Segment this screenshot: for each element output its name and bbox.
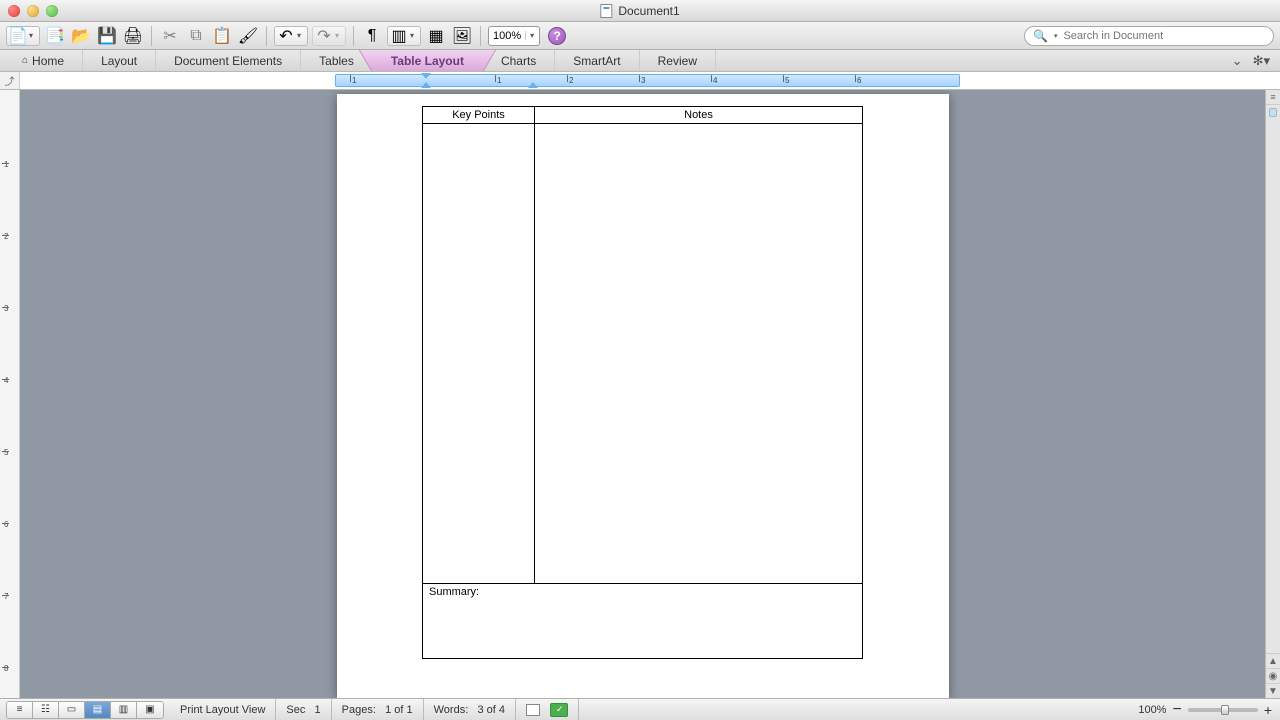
notebook-view-button[interactable]: ▥ bbox=[111, 702, 137, 718]
sidebar-toggle-group[interactable]: ▥ ▾ bbox=[387, 26, 421, 46]
document-canvas[interactable]: Key Points Notes Summary: bbox=[20, 90, 1265, 698]
tab-table-layout[interactable]: Table Layout bbox=[373, 50, 483, 71]
undo-button[interactable]: ↶ bbox=[275, 26, 297, 46]
dropdown-arrow-icon[interactable]: ▾ bbox=[29, 31, 39, 40]
zoom-window-button[interactable] bbox=[46, 5, 58, 17]
copy-button[interactable]: ⧉ bbox=[185, 26, 207, 46]
open-button[interactable]: 📂 bbox=[70, 26, 92, 46]
window-title-text: Document1 bbox=[618, 4, 679, 18]
table-cell[interactable] bbox=[423, 124, 535, 584]
window-titlebar: Document1 bbox=[0, 0, 1280, 22]
zoom-slider-thumb[interactable] bbox=[1221, 705, 1229, 715]
search-input[interactable] bbox=[1063, 30, 1265, 42]
redo-button[interactable]: ↷ bbox=[313, 26, 335, 46]
help-button[interactable]: ? bbox=[548, 27, 566, 45]
cut-button[interactable]: ✂ bbox=[159, 26, 181, 46]
dropdown-arrow-icon[interactable]: ▾ bbox=[1054, 32, 1058, 40]
next-page-button[interactable]: ▼ bbox=[1266, 683, 1280, 698]
zoom-select[interactable]: 100% ▾ bbox=[488, 26, 540, 46]
tab-charts[interactable]: Charts bbox=[483, 50, 555, 71]
zoom-out-button[interactable]: − bbox=[1172, 701, 1181, 719]
view-name-label: Print Layout View bbox=[170, 699, 276, 720]
show-formatting-button[interactable]: ¶ bbox=[361, 26, 383, 46]
vertical-scrollbar[interactable]: ≡ ▲ ◉ ▼ bbox=[1265, 90, 1280, 698]
separator bbox=[151, 26, 152, 46]
document-area: 1 2 3 4 5 6 7 8 Key Points Notes Summary… bbox=[0, 90, 1265, 698]
zoom-value: 100% bbox=[493, 30, 521, 42]
table-summary-cell[interactable]: Summary: bbox=[423, 584, 863, 659]
table-cell[interactable] bbox=[535, 124, 863, 584]
scrollbar-track[interactable] bbox=[1266, 105, 1280, 653]
toolbox-button[interactable]: ▦ bbox=[425, 26, 447, 46]
status-bar: ≡ ☷ ▭ ▤ ▥ ▣ Print Layout View Sec 1 Page… bbox=[0, 698, 1280, 720]
zoom-slider[interactable] bbox=[1188, 708, 1258, 712]
check-icon bbox=[550, 703, 568, 717]
ruler-horizontal[interactable]: ⤴ 1 1 2 3 4 5 6 bbox=[0, 72, 1280, 90]
new-document-group[interactable]: 📄 ▾ bbox=[6, 26, 40, 46]
print-layout-view-button[interactable]: ▤ bbox=[85, 702, 111, 718]
publishing-view-button[interactable]: ▭ bbox=[59, 702, 85, 718]
zoom-control[interactable]: 100% − + bbox=[1130, 701, 1280, 719]
minimize-window-button[interactable] bbox=[27, 5, 39, 17]
new-document-button[interactable]: 📄 bbox=[7, 26, 29, 46]
words-indicator[interactable]: Words: 3 of 4 bbox=[424, 699, 516, 720]
format-painter-button[interactable]: 🖌 bbox=[237, 26, 259, 46]
book-icon bbox=[526, 704, 540, 716]
close-window-button[interactable] bbox=[8, 5, 20, 17]
tab-review[interactable]: Review bbox=[640, 50, 716, 71]
zoom-percent: 100% bbox=[1138, 704, 1166, 716]
document-page[interactable]: Key Points Notes Summary: bbox=[337, 94, 949, 698]
window-controls bbox=[8, 5, 58, 17]
save-button[interactable]: 💾 bbox=[96, 26, 118, 46]
new-from-template-button[interactable]: 📑 bbox=[44, 26, 66, 46]
ribbon-settings-button[interactable]: ✻▾ bbox=[1253, 53, 1270, 69]
sidebar-toggle-button[interactable]: ▥ bbox=[388, 26, 410, 46]
document-search[interactable]: 🔍 ▾ bbox=[1024, 26, 1274, 46]
print-button[interactable]: 🖨 bbox=[122, 26, 144, 46]
undo-group[interactable]: ↶ ▾ bbox=[274, 26, 308, 46]
paste-button[interactable]: 📋 bbox=[211, 26, 233, 46]
tab-layout[interactable]: Layout bbox=[83, 50, 156, 71]
media-browser-button[interactable]: 🖼 bbox=[451, 26, 473, 46]
table-header-cell[interactable]: Notes bbox=[535, 107, 863, 124]
scrollbar-thumb[interactable] bbox=[1269, 108, 1277, 117]
window-title: Document1 bbox=[600, 4, 679, 18]
split-arrow-icon[interactable]: ≡ bbox=[1266, 90, 1280, 105]
document-icon bbox=[600, 4, 612, 18]
dropdown-arrow-icon[interactable]: ▾ bbox=[410, 31, 420, 40]
view-buttons: ≡ ☷ ▭ ▤ ▥ ▣ bbox=[6, 701, 164, 719]
separator bbox=[480, 26, 481, 46]
ribbon-collapse-button[interactable]: ⌄ bbox=[1232, 53, 1243, 69]
dropdown-arrow-icon[interactable]: ▾ bbox=[525, 31, 535, 40]
ribbon-tabs: ⌂Home Layout Document Elements Tables Ta… bbox=[0, 50, 1280, 72]
separator bbox=[353, 26, 354, 46]
section-indicator[interactable]: Sec 1 bbox=[276, 699, 331, 720]
pages-indicator[interactable]: Pages: 1 of 1 bbox=[332, 699, 424, 720]
dropdown-arrow-icon[interactable]: ▾ bbox=[335, 31, 345, 40]
zoom-in-button[interactable]: + bbox=[1264, 702, 1272, 718]
document-table[interactable]: Key Points Notes Summary: bbox=[422, 106, 863, 659]
prev-page-button[interactable]: ▲ bbox=[1266, 653, 1280, 668]
tab-smartart[interactable]: SmartArt bbox=[555, 50, 639, 71]
tab-home[interactable]: ⌂Home bbox=[12, 50, 83, 71]
ruler-vertical[interactable]: 1 2 3 4 5 6 7 8 bbox=[0, 90, 20, 698]
separator bbox=[266, 26, 267, 46]
browse-object-button[interactable]: ◉ bbox=[1266, 668, 1280, 683]
dropdown-arrow-icon[interactable]: ▾ bbox=[297, 31, 307, 40]
draft-view-button[interactable]: ≡ bbox=[7, 702, 33, 718]
outline-view-button[interactable]: ☷ bbox=[33, 702, 59, 718]
spellcheck-indicator[interactable] bbox=[516, 699, 579, 720]
search-icon: 🔍 bbox=[1033, 29, 1048, 43]
hanging-indent-marker[interactable] bbox=[421, 82, 431, 88]
standard-toolbar: 📄 ▾ 📑 📂 💾 🖨 ✂ ⧉ 📋 🖌 ↶ ▾ ↷ ▾ ¶ ▥ ▾ ▦ 🖼 10… bbox=[0, 22, 1280, 50]
redo-group[interactable]: ↷ ▾ bbox=[312, 26, 346, 46]
tab-type-selector[interactable]: ⤴ bbox=[0, 72, 20, 89]
fullscreen-view-button[interactable]: ▣ bbox=[137, 702, 163, 718]
home-icon: ⌂ bbox=[22, 55, 28, 66]
tab-document-elements[interactable]: Document Elements bbox=[156, 50, 301, 71]
table-header-cell[interactable]: Key Points bbox=[423, 107, 535, 124]
right-indent-marker[interactable] bbox=[528, 82, 538, 88]
ribbon-controls: ⌄ ✻▾ bbox=[1222, 50, 1280, 71]
first-line-indent-marker[interactable] bbox=[421, 73, 431, 79]
